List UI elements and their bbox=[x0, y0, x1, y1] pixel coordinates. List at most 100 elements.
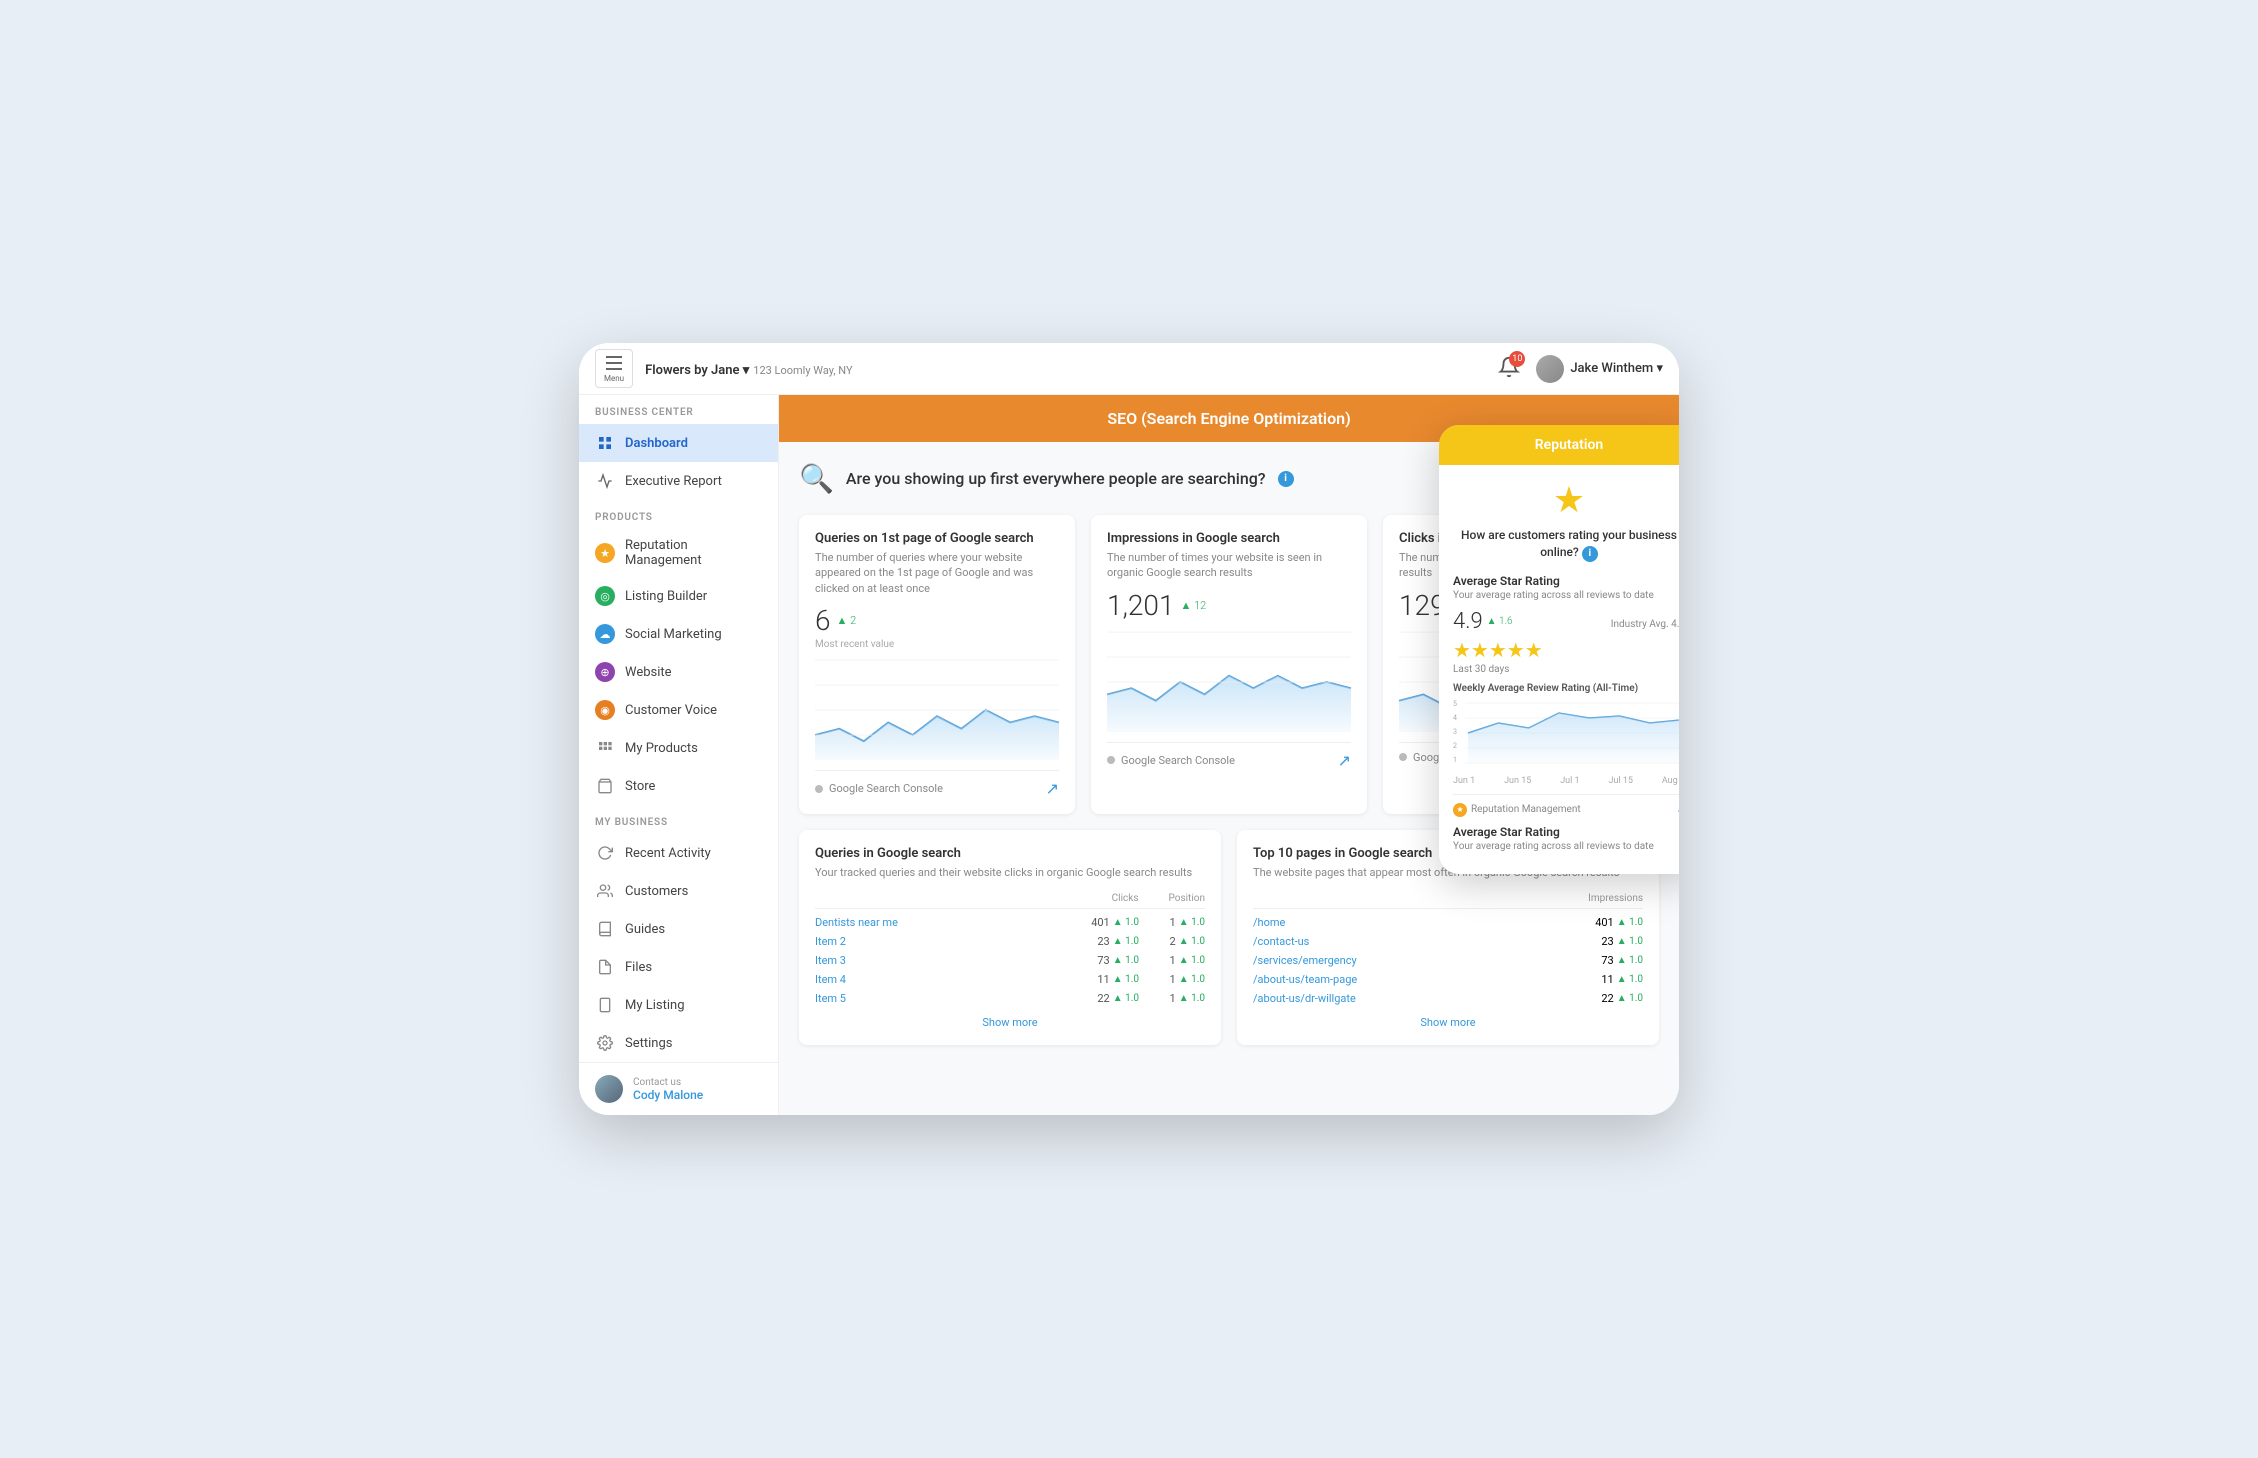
sidebar: BUSINESS CENTER Dashboard Executive Repo… bbox=[579, 395, 779, 1115]
sidebar-label-store: Store bbox=[625, 779, 655, 794]
user-menu[interactable]: Jake Winthem ▾ bbox=[1536, 355, 1663, 383]
sidebar-label-dashboard: Dashboard bbox=[625, 436, 688, 451]
rep-industry-avg: Industry Avg. 4.2 bbox=[1611, 612, 1679, 631]
notification-button[interactable]: 10 bbox=[1498, 356, 1520, 382]
book-icon bbox=[595, 919, 615, 939]
row-values: 23▲ 1.0 2▲ 1.0 bbox=[1089, 935, 1205, 948]
sidebar-item-guides[interactable]: Guides bbox=[579, 910, 778, 948]
table-row: /services/emergency 73▲ 1.0 bbox=[1253, 951, 1643, 970]
contact-label: Contact us bbox=[633, 1077, 703, 1088]
contact-avatar bbox=[595, 1075, 623, 1103]
sidebar-item-customers[interactable]: Customers bbox=[579, 872, 778, 910]
row-label[interactable]: Dentists near me bbox=[815, 916, 1089, 929]
sidebar-label-executive-report: Executive Report bbox=[625, 474, 722, 489]
sidebar-label-listing: Listing Builder bbox=[625, 589, 707, 604]
table-row: Dentists near me 401▲ 1.0 1▲ 1.0 bbox=[815, 913, 1205, 932]
rep-rating-number: 4.9 bbox=[1453, 609, 1483, 634]
source-dot-2 bbox=[1107, 756, 1115, 764]
sidebar-item-store[interactable]: Store bbox=[579, 767, 778, 805]
source-dot bbox=[815, 785, 823, 793]
sidebar-label-settings: Settings bbox=[625, 1036, 672, 1051]
chart-footer-1: Google Search Console ↗ bbox=[815, 770, 1059, 798]
contact-name[interactable]: Cody Malone bbox=[633, 1088, 703, 1102]
file-icon bbox=[595, 957, 615, 977]
contact-info: Contact us Cody Malone bbox=[633, 1077, 703, 1102]
sidebar-item-listing[interactable]: ◎ Listing Builder bbox=[579, 577, 778, 615]
chart-impressions bbox=[1107, 632, 1351, 732]
sidebar-item-settings[interactable]: Settings bbox=[579, 1024, 778, 1062]
refresh-icon bbox=[595, 843, 615, 863]
most-recent-label: Most recent value bbox=[815, 639, 1059, 650]
row-label[interactable]: Item 5 bbox=[815, 992, 1089, 1005]
col-position: Position bbox=[1169, 893, 1205, 904]
rep-footer-source: ★ Reputation Management bbox=[1453, 803, 1581, 817]
rep-industry-value: 4.2 bbox=[1671, 619, 1679, 630]
row-values: 401▲ 1.0 1▲ 1.0 bbox=[1089, 916, 1205, 929]
business-name[interactable]: Flowers by Jane ▾ bbox=[645, 363, 749, 378]
rep-external-link[interactable]: ↗ bbox=[1677, 804, 1679, 815]
row-label[interactable]: /contact-us bbox=[1253, 935, 1593, 948]
svg-text:3: 3 bbox=[1453, 727, 1457, 736]
customer-voice-icon: ◉ bbox=[595, 700, 615, 720]
rep-header: Reputation bbox=[1439, 425, 1679, 465]
sidebar-item-customer-voice[interactable]: ◉ Customer Voice bbox=[579, 691, 778, 729]
menu-button[interactable]: Menu bbox=[595, 349, 633, 388]
sidebar-label-my-listing: My Listing bbox=[625, 998, 685, 1013]
sidebar-section-business-center: BUSINESS CENTER bbox=[579, 395, 778, 424]
sidebar-label-reputation: Reputation Management bbox=[625, 538, 762, 568]
row-label[interactable]: /about-us/dr-willgate bbox=[1253, 992, 1593, 1005]
rep-avg-desc: Your average rating across all reviews t… bbox=[1453, 590, 1679, 601]
row-label[interactable]: Item 3 bbox=[815, 954, 1089, 967]
table-row: /home 401▲ 1.0 bbox=[1253, 913, 1643, 932]
value-change-queries: ▲ 2 bbox=[837, 614, 857, 627]
row-label[interactable]: Item 4 bbox=[815, 973, 1089, 986]
content-header-title: SEO (Search Engine Optimization) bbox=[1107, 409, 1350, 428]
reputation-overlay: Reputation ★ How are customers rating yo… bbox=[1439, 425, 1679, 874]
sidebar-item-my-listing[interactable]: My Listing bbox=[579, 986, 778, 1024]
people-icon bbox=[595, 881, 615, 901]
table-row: Item 3 73▲ 1.0 1▲ 1.0 bbox=[815, 951, 1205, 970]
row-label[interactable]: /about-us/team-page bbox=[1253, 973, 1593, 986]
card-desc-impressions: The number of times your website is seen… bbox=[1107, 550, 1351, 581]
rep-stars: ★★★★★ bbox=[1453, 638, 1679, 662]
svg-text:4: 4 bbox=[1453, 713, 1457, 722]
search-prompt-icon: 🔍 bbox=[799, 462, 834, 495]
row-label[interactable]: /home bbox=[1253, 916, 1593, 929]
sidebar-item-social[interactable]: ☁ Social Marketing bbox=[579, 615, 778, 653]
sidebar-item-executive-report[interactable]: Executive Report bbox=[579, 462, 778, 500]
sidebar-item-files[interactable]: Files bbox=[579, 948, 778, 986]
value-change-impressions: ▲ 12 bbox=[1181, 599, 1207, 612]
table-row: Item 2 23▲ 1.0 2▲ 1.0 bbox=[815, 932, 1205, 951]
menu-label: Menu bbox=[604, 374, 624, 383]
avatar bbox=[1536, 355, 1564, 383]
rep-industry-label: Industry Avg. bbox=[1611, 619, 1671, 630]
card-title-queries-table: Queries in Google search bbox=[815, 846, 1205, 861]
row-values: 73▲ 1.0 1▲ 1.0 bbox=[1089, 954, 1205, 967]
show-more-queries[interactable]: Show more bbox=[815, 1016, 1205, 1029]
card-title-impressions: Impressions in Google search bbox=[1107, 531, 1351, 546]
sidebar-item-my-products[interactable]: My Products bbox=[579, 729, 778, 767]
sidebar-item-recent-activity[interactable]: Recent Activity bbox=[579, 834, 778, 872]
website-icon: ⊕ bbox=[595, 662, 615, 682]
show-more-pages[interactable]: Show more bbox=[1253, 1016, 1643, 1029]
chart-queries bbox=[815, 660, 1059, 760]
rep-source-label: Reputation Management bbox=[1471, 804, 1581, 815]
sidebar-item-reputation[interactable]: ★ Reputation Management bbox=[579, 529, 778, 577]
sidebar-item-website[interactable]: ⊕ Website bbox=[579, 653, 778, 691]
table-row: Item 4 11▲ 1.0 1▲ 1.0 bbox=[815, 970, 1205, 989]
table-row: /about-us/team-page 11▲ 1.0 bbox=[1253, 970, 1643, 989]
row-label[interactable]: /services/emergency bbox=[1253, 954, 1593, 967]
sidebar-item-dashboard[interactable]: Dashboard bbox=[579, 424, 778, 462]
chart-footer-2: Google Search Console ↗ bbox=[1107, 742, 1351, 770]
reputation-icon: ★ bbox=[595, 543, 615, 563]
external-link-icon-2[interactable]: ↗ bbox=[1338, 751, 1351, 770]
external-link-icon[interactable]: ↗ bbox=[1046, 779, 1059, 798]
sidebar-footer: Contact us Cody Malone bbox=[579, 1062, 778, 1115]
gear-icon bbox=[595, 1033, 615, 1053]
sidebar-section-products: PRODUCTS bbox=[579, 500, 778, 529]
phone-icon bbox=[595, 995, 615, 1015]
source-label-2: Google Search Console bbox=[1121, 754, 1235, 767]
row-label[interactable]: Item 2 bbox=[815, 935, 1089, 948]
table-row: /contact-us 23▲ 1.0 bbox=[1253, 932, 1643, 951]
card-value-impressions: 1,201 ▲ 12 bbox=[1107, 589, 1351, 622]
